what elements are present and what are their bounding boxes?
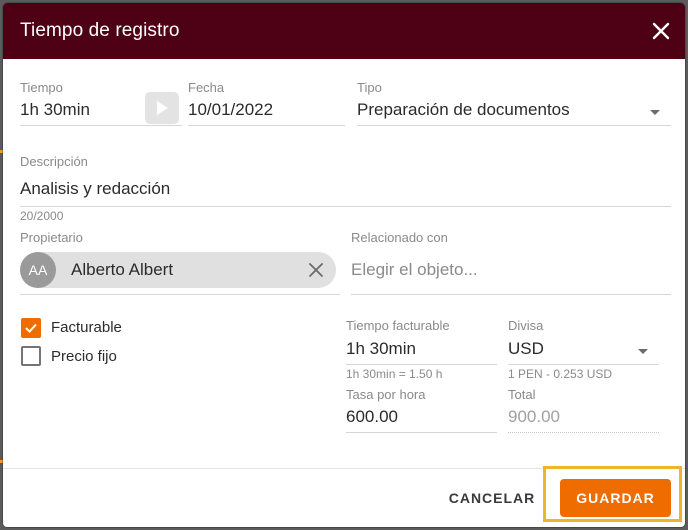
tipo-underline — [357, 125, 671, 126]
divisa-label: Divisa — [508, 318, 544, 333]
divisa-underline — [508, 364, 659, 365]
dialog-header: Tiempo de registro — [3, 3, 685, 59]
tasa-input[interactable]: 600.00 — [346, 407, 398, 427]
relacionado-input[interactable]: Elegir el objeto... — [351, 260, 478, 280]
descripcion-input[interactable]: Analisis y redacción — [20, 179, 170, 199]
chevron-down-icon[interactable] — [650, 110, 660, 115]
tipo-select[interactable]: Preparación de documentos — [357, 100, 570, 120]
time-log-dialog: Tiempo de registro Tiempo 1h 30min Fecha… — [3, 3, 685, 527]
play-icon — [157, 101, 168, 115]
facturable-label: Facturable — [51, 319, 122, 336]
tiempo-facturable-input[interactable]: 1h 30min — [346, 339, 416, 359]
propietario-underline — [20, 294, 340, 295]
cancel-button[interactable]: CANCELAR — [436, 484, 548, 512]
tiempo-facturable-underline — [346, 364, 497, 365]
divisa-select[interactable]: USD — [508, 339, 544, 359]
remove-icon[interactable] — [307, 261, 325, 279]
avatar: AA — [20, 252, 56, 288]
total-value: 900.00 — [508, 407, 560, 426]
total-label: Total — [508, 387, 536, 402]
total-underline — [508, 432, 659, 433]
descripcion-counter: 20/2000 — [20, 209, 64, 223]
fecha-input[interactable]: 10/01/2022 — [188, 100, 273, 120]
tiempo-facturable-hint: 1h 30min = 1.50 h — [346, 367, 443, 381]
owner-chip[interactable]: AA Alberto Albert — [20, 252, 336, 288]
precio-fijo-label: Precio fijo — [51, 348, 117, 365]
divisa-hint: 1 PEN - 0.253 USD — [508, 367, 613, 381]
owner-name: Alberto Albert — [71, 260, 174, 279]
tasa-label: Tasa por hora — [346, 387, 426, 402]
relacionado-underline — [351, 294, 671, 295]
descripcion-label: Descripción — [20, 154, 88, 169]
tiempo-label: Tiempo — [20, 80, 63, 95]
play-button[interactable] — [145, 92, 179, 124]
tiempo-input[interactable]: 1h 30min — [20, 100, 90, 120]
precio-fijo-checkbox[interactable] — [21, 346, 41, 366]
dialog-title: Tiempo de registro — [20, 20, 180, 41]
facturable-checkbox[interactable] — [21, 318, 41, 338]
descripcion-underline — [20, 206, 671, 207]
propietario-label: Propietario — [20, 230, 83, 245]
tasa-underline — [346, 432, 497, 433]
tiempo-underline — [20, 125, 182, 126]
check-icon — [25, 323, 37, 333]
fecha-label: Fecha — [188, 80, 225, 95]
save-button[interactable]: GUARDAR — [560, 479, 671, 517]
tipo-label: Tipo — [357, 80, 382, 95]
close-icon[interactable] — [649, 19, 673, 43]
fecha-underline — [188, 125, 345, 126]
relacionado-label: Relacionado con — [351, 230, 448, 245]
chevron-down-icon[interactable] — [638, 349, 648, 354]
tiempo-facturable-label: Tiempo facturable — [346, 318, 450, 333]
